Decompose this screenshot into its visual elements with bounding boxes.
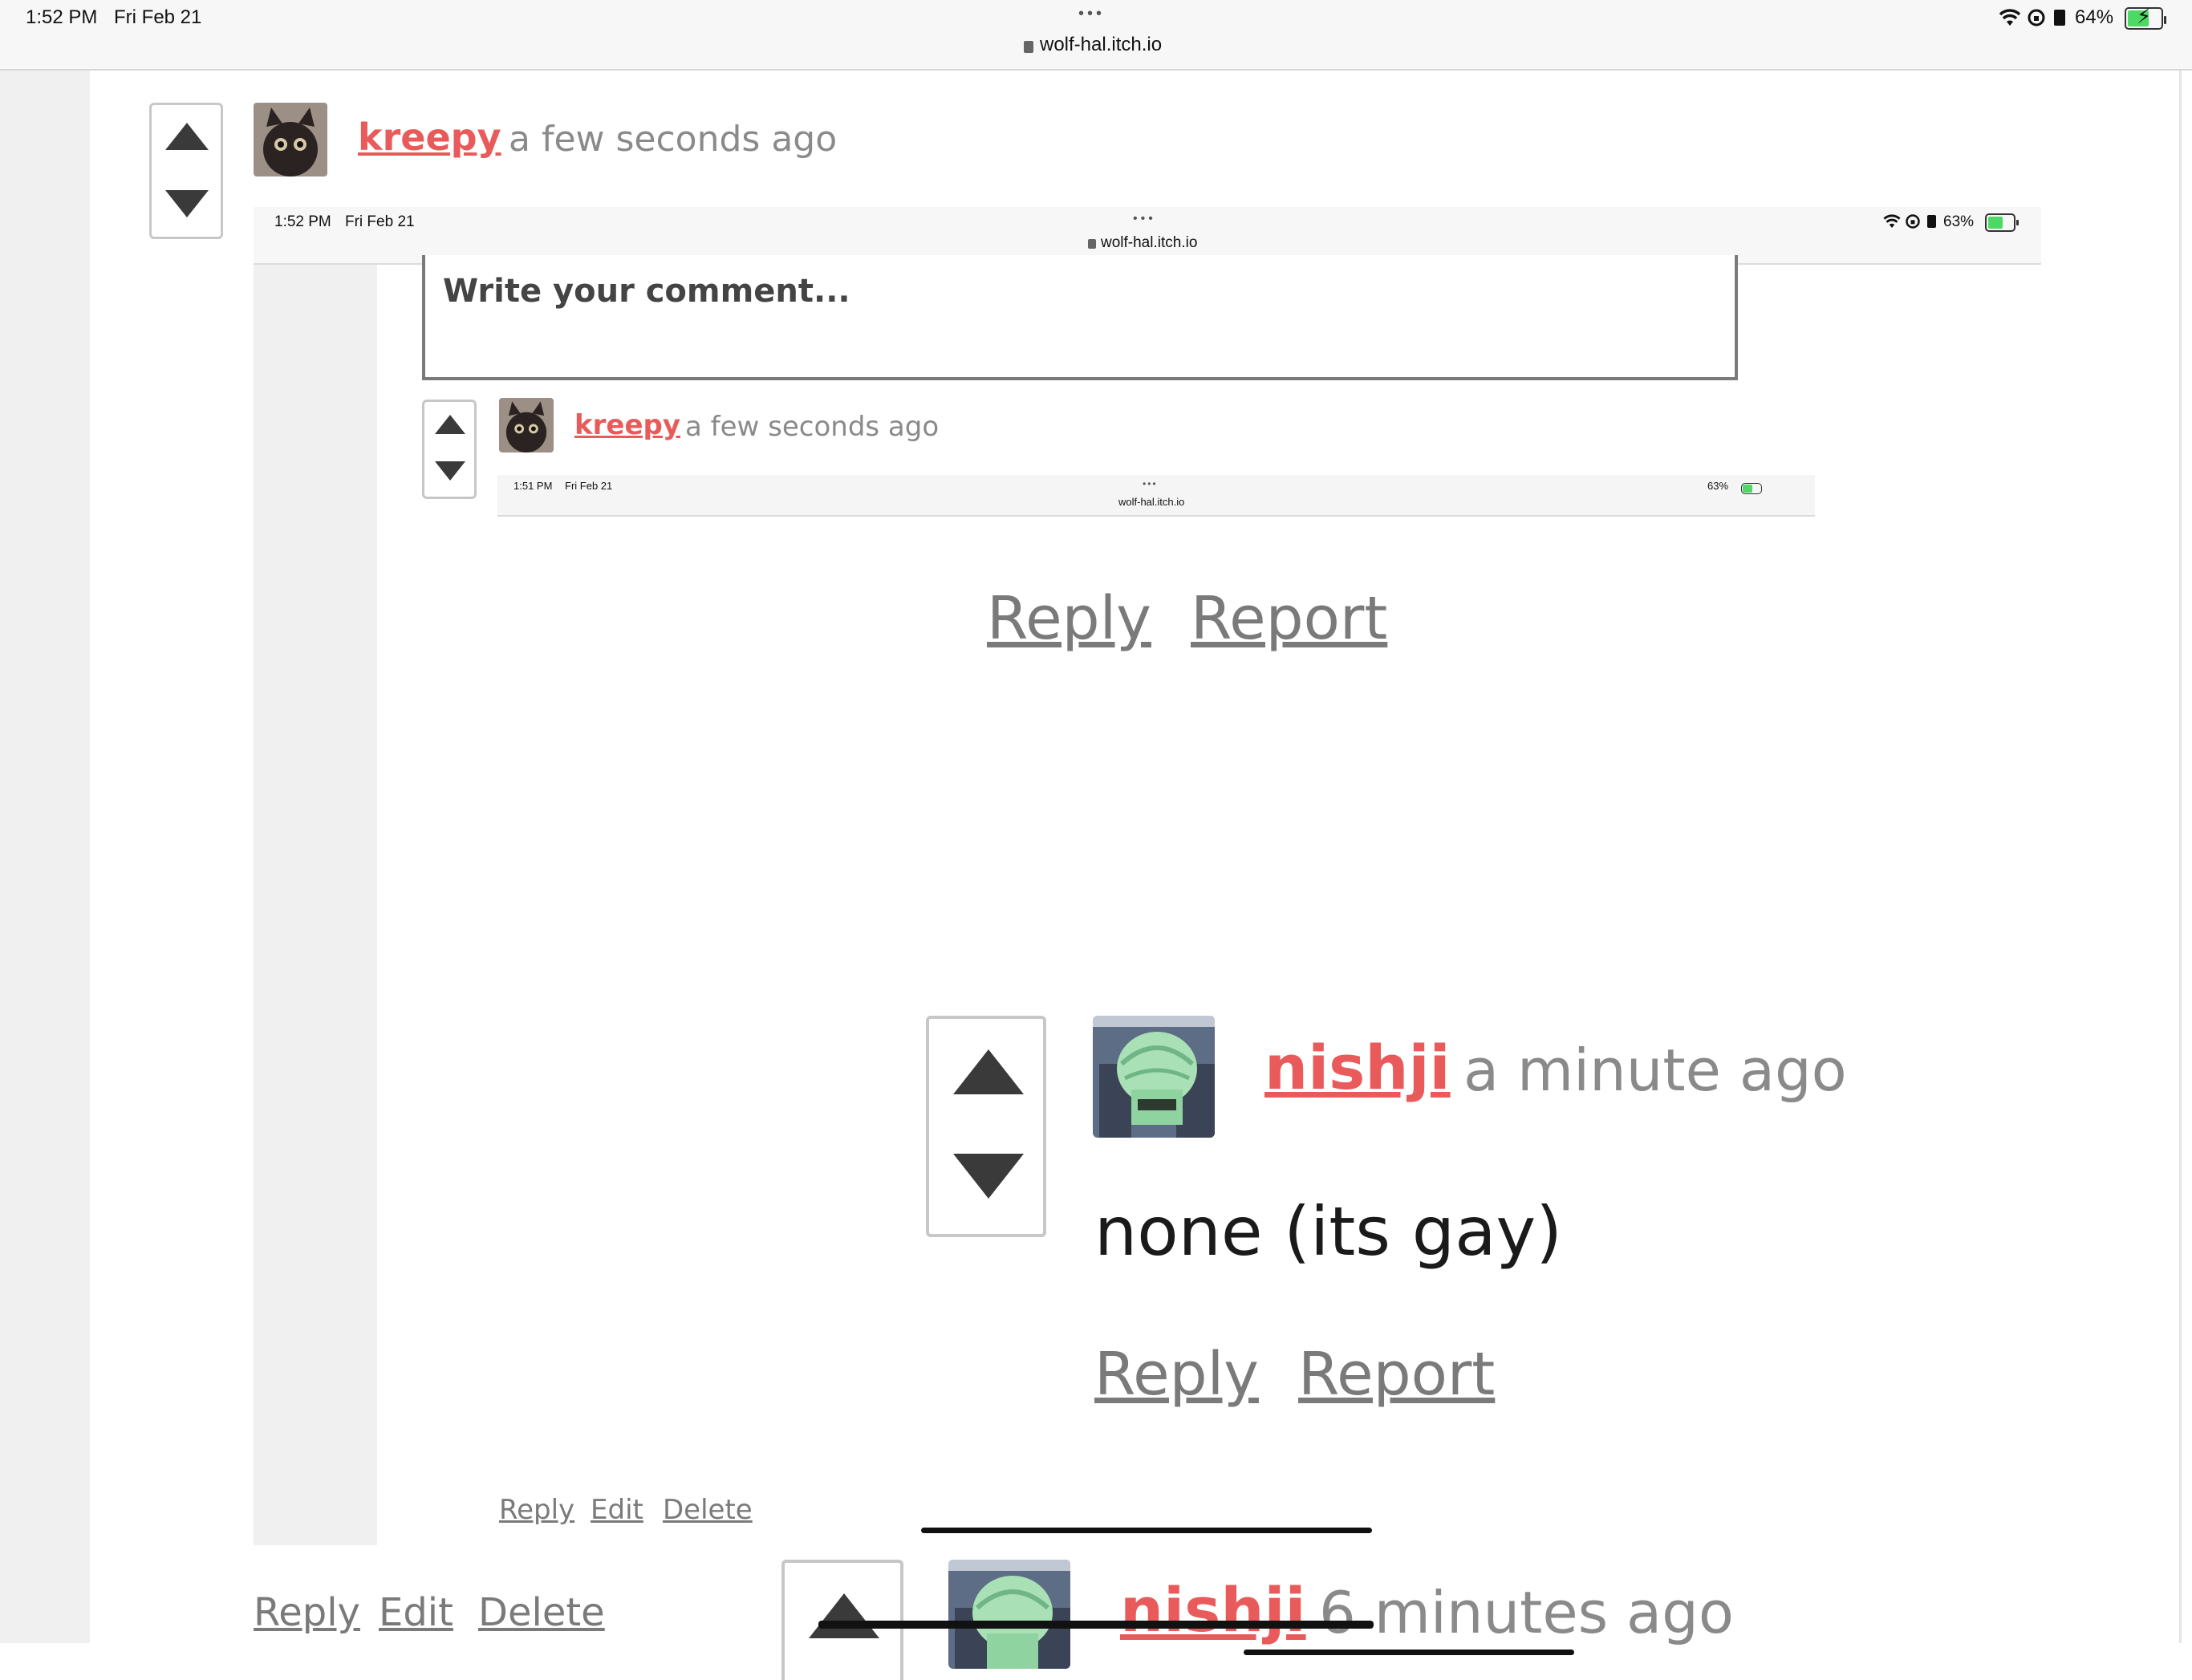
embedded-url: wolf-hal.itch.io	[1088, 234, 1197, 252]
battery-icon: ⚡	[2125, 5, 2166, 30]
tab-dots[interactable]: •••	[1078, 5, 1105, 23]
home-indicator	[921, 1528, 1372, 1533]
comment-body: none (its gay)	[1094, 1192, 1563, 1271]
vote-box	[926, 1016, 1046, 1237]
embedded-battery-percent: 63%	[1943, 213, 1975, 230]
nested-time: 1:51 PM	[513, 480, 553, 492]
downvote-icon[interactable]	[435, 461, 465, 481]
status-time: 1:52 PM	[26, 6, 98, 28]
nested-date: Fri Feb 21	[565, 480, 613, 492]
avatar[interactable]	[254, 103, 327, 177]
status-date: Fri Feb 21	[114, 6, 202, 28]
reply-link[interactable]: Reply	[987, 584, 1151, 653]
vote-box	[149, 103, 223, 239]
nested-url: wolf-hal.itch.io	[1118, 496, 1185, 508]
orientation-lock-icon	[1906, 214, 1920, 229]
username-link[interactable]: nishji	[1120, 1574, 1306, 1646]
comment-input[interactable]: Write your comment...	[422, 255, 1738, 380]
avatar[interactable]	[1093, 1016, 1215, 1138]
lock-small-icon	[1927, 215, 1936, 228]
battery-icon	[1985, 213, 2019, 232]
downvote-icon[interactable]	[953, 1154, 1024, 1199]
embedded-left-margin	[254, 265, 377, 1545]
nested-status-bar: 1:51 PM Fri Feb 21 ••• wolf-hal.itch.io …	[497, 475, 1815, 517]
edit-link[interactable]: Edit	[591, 1494, 643, 1526]
report-link[interactable]: Report	[1298, 1340, 1495, 1409]
upvote-icon[interactable]	[435, 415, 465, 434]
nested-dots: •••	[1143, 478, 1158, 489]
reply-link[interactable]: Reply	[254, 1590, 360, 1635]
timestamp: a few seconds ago	[509, 119, 838, 160]
nested-battery-percent: 63%	[1707, 480, 1729, 492]
username-link[interactable]: kreepy	[574, 409, 680, 441]
downvote-icon[interactable]	[165, 190, 209, 217]
embedded-dots: •••	[1133, 212, 1156, 225]
wifi-icon	[1999, 9, 2021, 26]
right-divider	[2179, 71, 2182, 1643]
orientation-lock-icon	[2028, 9, 2045, 26]
embedded-left-margin-bottom	[254, 1473, 377, 1545]
upvote-icon[interactable]	[809, 1593, 879, 1638]
username-link[interactable]: nishji	[1264, 1032, 1451, 1103]
upvote-icon[interactable]	[953, 1049, 1024, 1094]
comment-screenshot-image: 1:52 PM Fri Feb 21 ••• wolf-hal.itch.io …	[254, 207, 2041, 1680]
status-bar: 1:52 PM Fri Feb 21 ••• wolf-hal.itch.io …	[0, 0, 2192, 71]
delete-link[interactable]: Delete	[478, 1590, 605, 1635]
nested-screenshot-image: 1:51 PM Fri Feb 21 ••• wolf-hal.itch.io …	[497, 475, 1847, 1680]
lock-icon	[1024, 41, 1033, 53]
left-margin	[0, 71, 90, 1643]
upvote-icon[interactable]	[165, 123, 209, 150]
reply-link[interactable]: Reply	[499, 1494, 574, 1526]
timestamp: a few seconds ago	[685, 411, 940, 443]
wifi-icon	[1883, 214, 1901, 228]
timestamp: 6 minutes ago	[1319, 1579, 1734, 1646]
battery-icon	[1741, 482, 1762, 494]
vote-box	[781, 1560, 903, 1680]
battery-percent: 64%	[2075, 6, 2114, 28]
comment-input-placeholder: Write your comment...	[443, 273, 850, 310]
timestamp: a minute ago	[1463, 1037, 1847, 1104]
lock-icon	[1088, 238, 1096, 249]
vote-box	[422, 400, 477, 499]
edit-link[interactable]: Edit	[379, 1590, 453, 1635]
home-indicator	[1244, 1650, 1574, 1655]
lock-small-icon	[2054, 10, 2065, 26]
url-text: wolf-hal.itch.io	[1040, 34, 1163, 55]
embedded-time: 1:52 PM	[274, 213, 331, 230]
url-bar[interactable]: wolf-hal.itch.io	[1024, 34, 1162, 56]
report-link[interactable]: Report	[1191, 584, 1387, 653]
avatar[interactable]	[948, 1560, 1070, 1669]
home-indicator	[818, 1621, 1374, 1629]
avatar[interactable]	[499, 398, 554, 452]
username-link[interactable]: kreepy	[358, 116, 501, 159]
delete-link[interactable]: Delete	[663, 1494, 753, 1526]
embedded-date: Fri Feb 21	[345, 213, 415, 230]
reply-link[interactable]: Reply	[1094, 1340, 1259, 1409]
